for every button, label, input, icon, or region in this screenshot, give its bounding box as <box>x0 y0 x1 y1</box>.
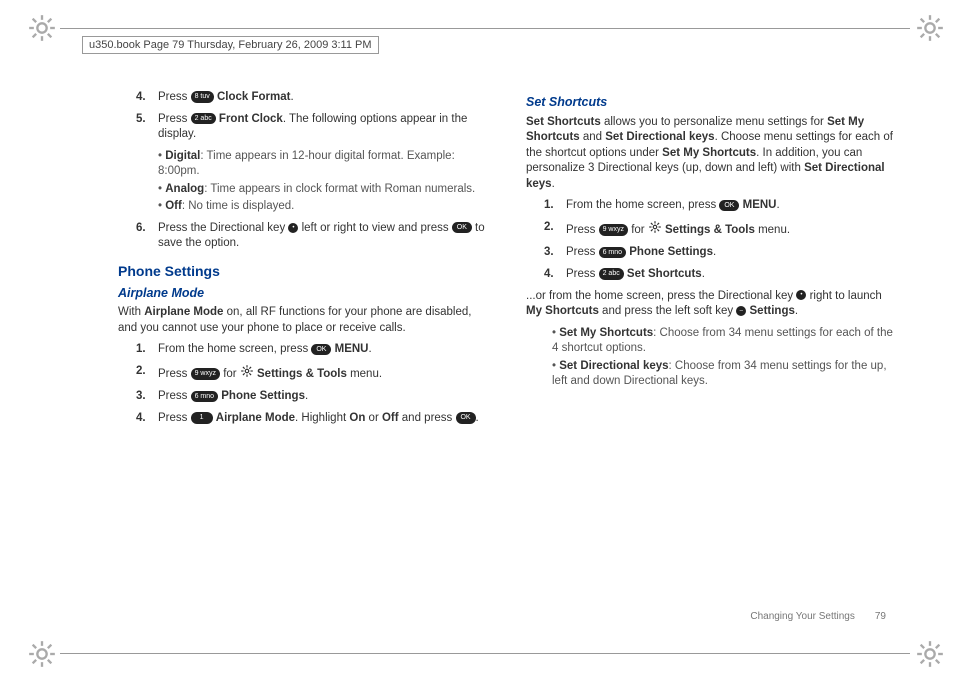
step: 4.Press 2 abc Set Shortcuts. <box>526 267 894 283</box>
left-column: 4.Press 8 tuv Clock Format. 5.Press 2 abc… <box>118 90 486 433</box>
right-column: Set Shortcuts Set Shortcuts allows you t… <box>526 90 894 433</box>
softkey-icon: – <box>736 306 746 316</box>
phone-key-icon: 2 abc <box>599 268 624 280</box>
phone-key-icon: 8 tuv <box>191 91 214 103</box>
step: 3.Press 6 mno Phone Settings. <box>118 389 486 405</box>
rule <box>60 653 910 654</box>
directional-key-icon: • <box>288 223 298 233</box>
paragraph: With Airplane Mode on, all RF functions … <box>118 305 486 336</box>
step: 1.From the home screen, press OK MENU. <box>526 198 894 214</box>
step: 2.Press 9 wxyz for Settings & Tools menu… <box>526 220 894 240</box>
step: 3.Press 6 mno Phone Settings. <box>526 245 894 261</box>
page-footer: Changing Your Settings79 <box>750 611 886 622</box>
step: 4.Press 1 Airplane Mode. Highlight On or… <box>118 411 486 427</box>
gear-icon <box>648 220 662 240</box>
corner-gear-icon <box>916 14 944 42</box>
bullet: Set Directional keys: Choose from 34 men… <box>552 359 894 390</box>
phone-key-icon: 1 <box>191 412 213 424</box>
phone-key-icon: 6 mno <box>191 391 218 403</box>
page-meta: u350.book Page 79 Thursday, February 26,… <box>82 36 379 54</box>
paragraph: Set Shortcuts allows you to personalize … <box>526 115 894 193</box>
step: 6. Press the Directional key • left or r… <box>118 221 486 252</box>
corner-gear-icon <box>28 14 56 42</box>
bullet: Digital: Time appears in 12-hour digital… <box>158 149 486 180</box>
bullet: Analog: Time appears in clock format wit… <box>158 182 486 198</box>
phone-key-icon: 9 wxyz <box>191 368 220 380</box>
bullet: Set My Shortcuts: Choose from 34 menu se… <box>552 326 894 357</box>
phone-key-icon: OK <box>456 412 476 424</box>
step: 5.Press 2 abc Front Clock. The following… <box>118 112 486 143</box>
phone-key-icon: 2 abc <box>191 113 216 125</box>
phone-key-icon: 9 wxyz <box>599 224 628 236</box>
phone-key-icon: 6 mno <box>599 247 626 259</box>
paragraph: ...or from the home screen, press the Di… <box>526 289 894 320</box>
subsection-heading: Airplane Mode <box>118 285 486 302</box>
directional-key-icon: • <box>796 290 806 300</box>
step: 2.Press 9 wxyz for Settings & Tools menu… <box>118 364 486 384</box>
gear-icon <box>240 364 254 384</box>
section-heading: Phone Settings <box>118 262 486 281</box>
corner-gear-icon <box>28 640 56 668</box>
phone-key-icon: OK <box>719 200 739 212</box>
step: 4.Press 8 tuv Clock Format. <box>118 90 486 106</box>
step: 1.From the home screen, press OK MENU. <box>118 342 486 358</box>
subsection-heading: Set Shortcuts <box>526 94 894 111</box>
corner-gear-icon <box>916 640 944 668</box>
bullet: Off: No time is displayed. <box>158 199 486 215</box>
ok-key-icon: OK <box>452 222 472 234</box>
phone-key-icon: OK <box>311 344 331 356</box>
rule <box>60 28 910 29</box>
